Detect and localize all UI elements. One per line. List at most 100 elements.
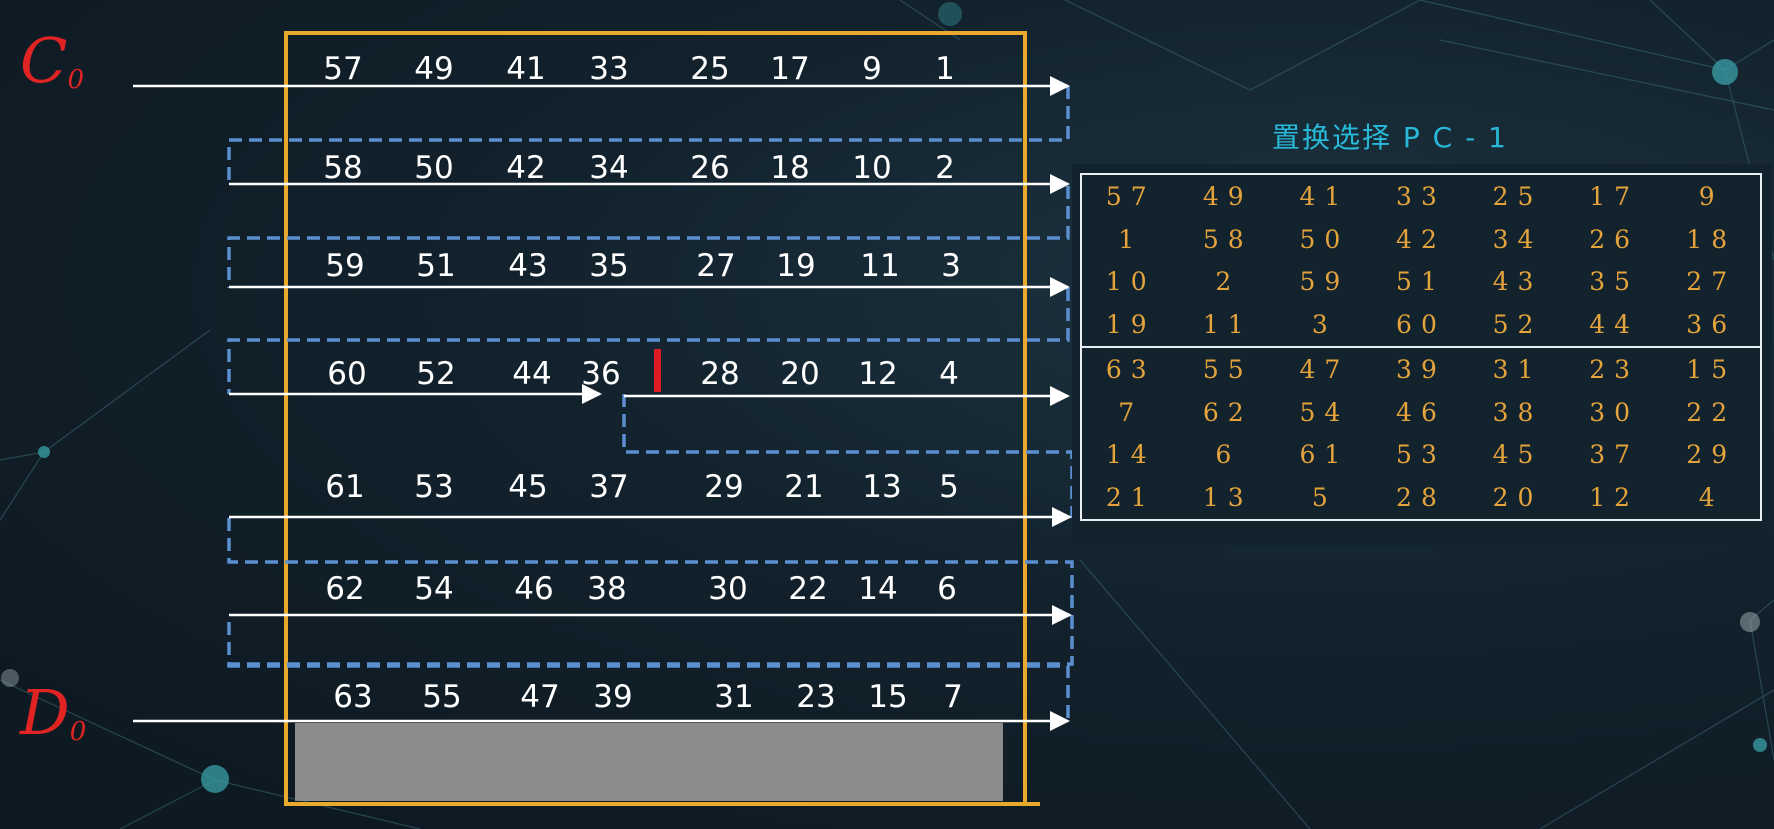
- pc1-row: 10 2 59 51 43 35 27: [1081, 260, 1761, 303]
- pc1-cell: 42: [1396, 224, 1446, 254]
- pc1-cell: 27: [1686, 267, 1737, 297]
- bit-cell: 10: [852, 150, 891, 186]
- bit-cell: 43: [508, 248, 547, 284]
- pc1-row: 1 58 50 42 34 26 18: [1081, 218, 1761, 261]
- bit-cell: 20: [780, 356, 819, 392]
- bit-cell: 37: [589, 469, 628, 505]
- bit-cell: 62: [325, 571, 364, 607]
- pc1-cell: 9: [1698, 181, 1724, 211]
- pc1-cell: 6: [1215, 440, 1241, 470]
- bit-cell: 27: [696, 248, 735, 284]
- c0-label: C0: [20, 24, 84, 97]
- pc1-cell: 62: [1202, 397, 1253, 427]
- pc1-row: 63 55 47 39 31 23 15: [1081, 345, 1761, 391]
- bit-cell: 5: [939, 469, 959, 505]
- bit-cell: 45: [508, 469, 547, 505]
- bit-cell: 25: [690, 51, 729, 87]
- bit-cell: 63: [333, 679, 372, 715]
- pc1-cell: 61: [1299, 440, 1350, 470]
- pc1-cell: 33: [1396, 181, 1446, 211]
- pc1-row: 14 6 61 53 45 37 29: [1081, 433, 1761, 476]
- pc1-cell: 12: [1589, 483, 1640, 513]
- bit-cell: 7: [943, 679, 963, 715]
- bit-cell: 55: [422, 679, 461, 715]
- bit-cell: 54: [414, 571, 453, 607]
- bit-cell: 46: [514, 571, 553, 607]
- pc1-cell: 45: [1492, 440, 1543, 470]
- pc1-cell: 60: [1396, 310, 1446, 340]
- pc1-cell: 37: [1589, 440, 1640, 470]
- pc1-cell: 41: [1299, 181, 1350, 211]
- pc1-cell: 2: [1215, 267, 1241, 297]
- bit-cell: 14: [858, 571, 897, 607]
- bit-cell: 57: [323, 51, 362, 87]
- pc1-cell: 7: [1118, 397, 1144, 427]
- pc1-cell: 17: [1589, 181, 1640, 211]
- bit-cell: 49: [414, 51, 453, 87]
- pc1-row: 21 13 5 28 20 12 4: [1081, 476, 1761, 520]
- bit-cell: 31: [714, 679, 753, 715]
- bit-cell: 41: [506, 51, 545, 87]
- pc1-cell: 39: [1372, 345, 1470, 391]
- pc1-row: 19 11 3 60 52 44 36: [1081, 303, 1761, 347]
- pc1-cell: 55: [1179, 345, 1277, 391]
- pc1-cell: 4: [1698, 483, 1724, 513]
- bit-cell: 58: [323, 150, 362, 186]
- bit-cell: 51: [416, 248, 455, 284]
- pc1-cell: 19: [1105, 310, 1156, 340]
- bit-cell: 61: [325, 469, 364, 505]
- pc1-cell: 53: [1396, 440, 1446, 470]
- bit-cell: 33: [589, 51, 628, 87]
- pc1-cell: 14: [1105, 440, 1156, 470]
- bit-cell: 35: [589, 248, 628, 284]
- bit-cell: 29: [704, 469, 743, 505]
- bit-cell: 59: [325, 248, 364, 284]
- bit-cell: 23: [796, 679, 835, 715]
- pc1-cell: 43: [1492, 267, 1543, 297]
- pc1-cell: 34: [1492, 224, 1543, 254]
- bit-cell: 39: [593, 679, 632, 715]
- bit-cell: 30: [708, 571, 747, 607]
- bit-cell: 13: [862, 469, 901, 505]
- pc1-cell: 63: [1081, 345, 1180, 391]
- pc1-cell: 29: [1686, 440, 1737, 470]
- bit-cell: 34: [589, 150, 628, 186]
- bit-cell: 6: [937, 571, 957, 607]
- pc1-cell: 31: [1469, 345, 1566, 391]
- pc1-cell: 57: [1105, 181, 1156, 211]
- pc1-cell: 36: [1686, 310, 1737, 340]
- pc1-cell: 23: [1565, 345, 1663, 391]
- pc1-cell: 11: [1202, 310, 1253, 340]
- pc1-cell: 25: [1492, 181, 1543, 211]
- pc1-cell: 3: [1311, 310, 1337, 340]
- bit-cell: 18: [770, 150, 809, 186]
- pc1-cell: 10: [1105, 267, 1156, 297]
- bit-cell: 52: [416, 356, 455, 392]
- pc1-title: 置换选择 P C - 1: [1272, 121, 1508, 154]
- pc1-cell: 49: [1202, 181, 1253, 211]
- bit-cell: 28: [700, 356, 739, 392]
- pc1-cell: 26: [1589, 224, 1640, 254]
- c0-d0-divider: [654, 349, 661, 392]
- bit-cell: 38: [587, 571, 626, 607]
- bit-cell: 1: [935, 51, 955, 87]
- bit-cell: 17: [770, 51, 809, 87]
- pc1-cell: 59: [1299, 267, 1350, 297]
- bit-cell: 9: [862, 51, 882, 87]
- bit-cell: 19: [776, 248, 815, 284]
- gray-block: [295, 723, 1003, 801]
- pc1-cell: 51: [1396, 267, 1446, 297]
- bit-cell: 60: [327, 356, 366, 392]
- bit-cell: 4: [939, 356, 959, 392]
- pc1-cell: 47: [1276, 345, 1373, 391]
- pc1-cell: 22: [1686, 397, 1737, 427]
- pc1-cell: 5: [1311, 483, 1337, 513]
- pc1-cell: 1: [1118, 224, 1144, 254]
- pc1-row: 57 49 41 33 25 17 9: [1081, 174, 1761, 218]
- bit-cell: 2: [935, 150, 955, 186]
- pc1-cell: 20: [1492, 483, 1543, 513]
- pc1-cell: 15: [1662, 345, 1761, 391]
- bit-cell: 50: [414, 150, 453, 186]
- pc1-row: 7 62 54 46 38 30 22: [1081, 391, 1761, 434]
- pc1-cell: 21: [1105, 483, 1156, 513]
